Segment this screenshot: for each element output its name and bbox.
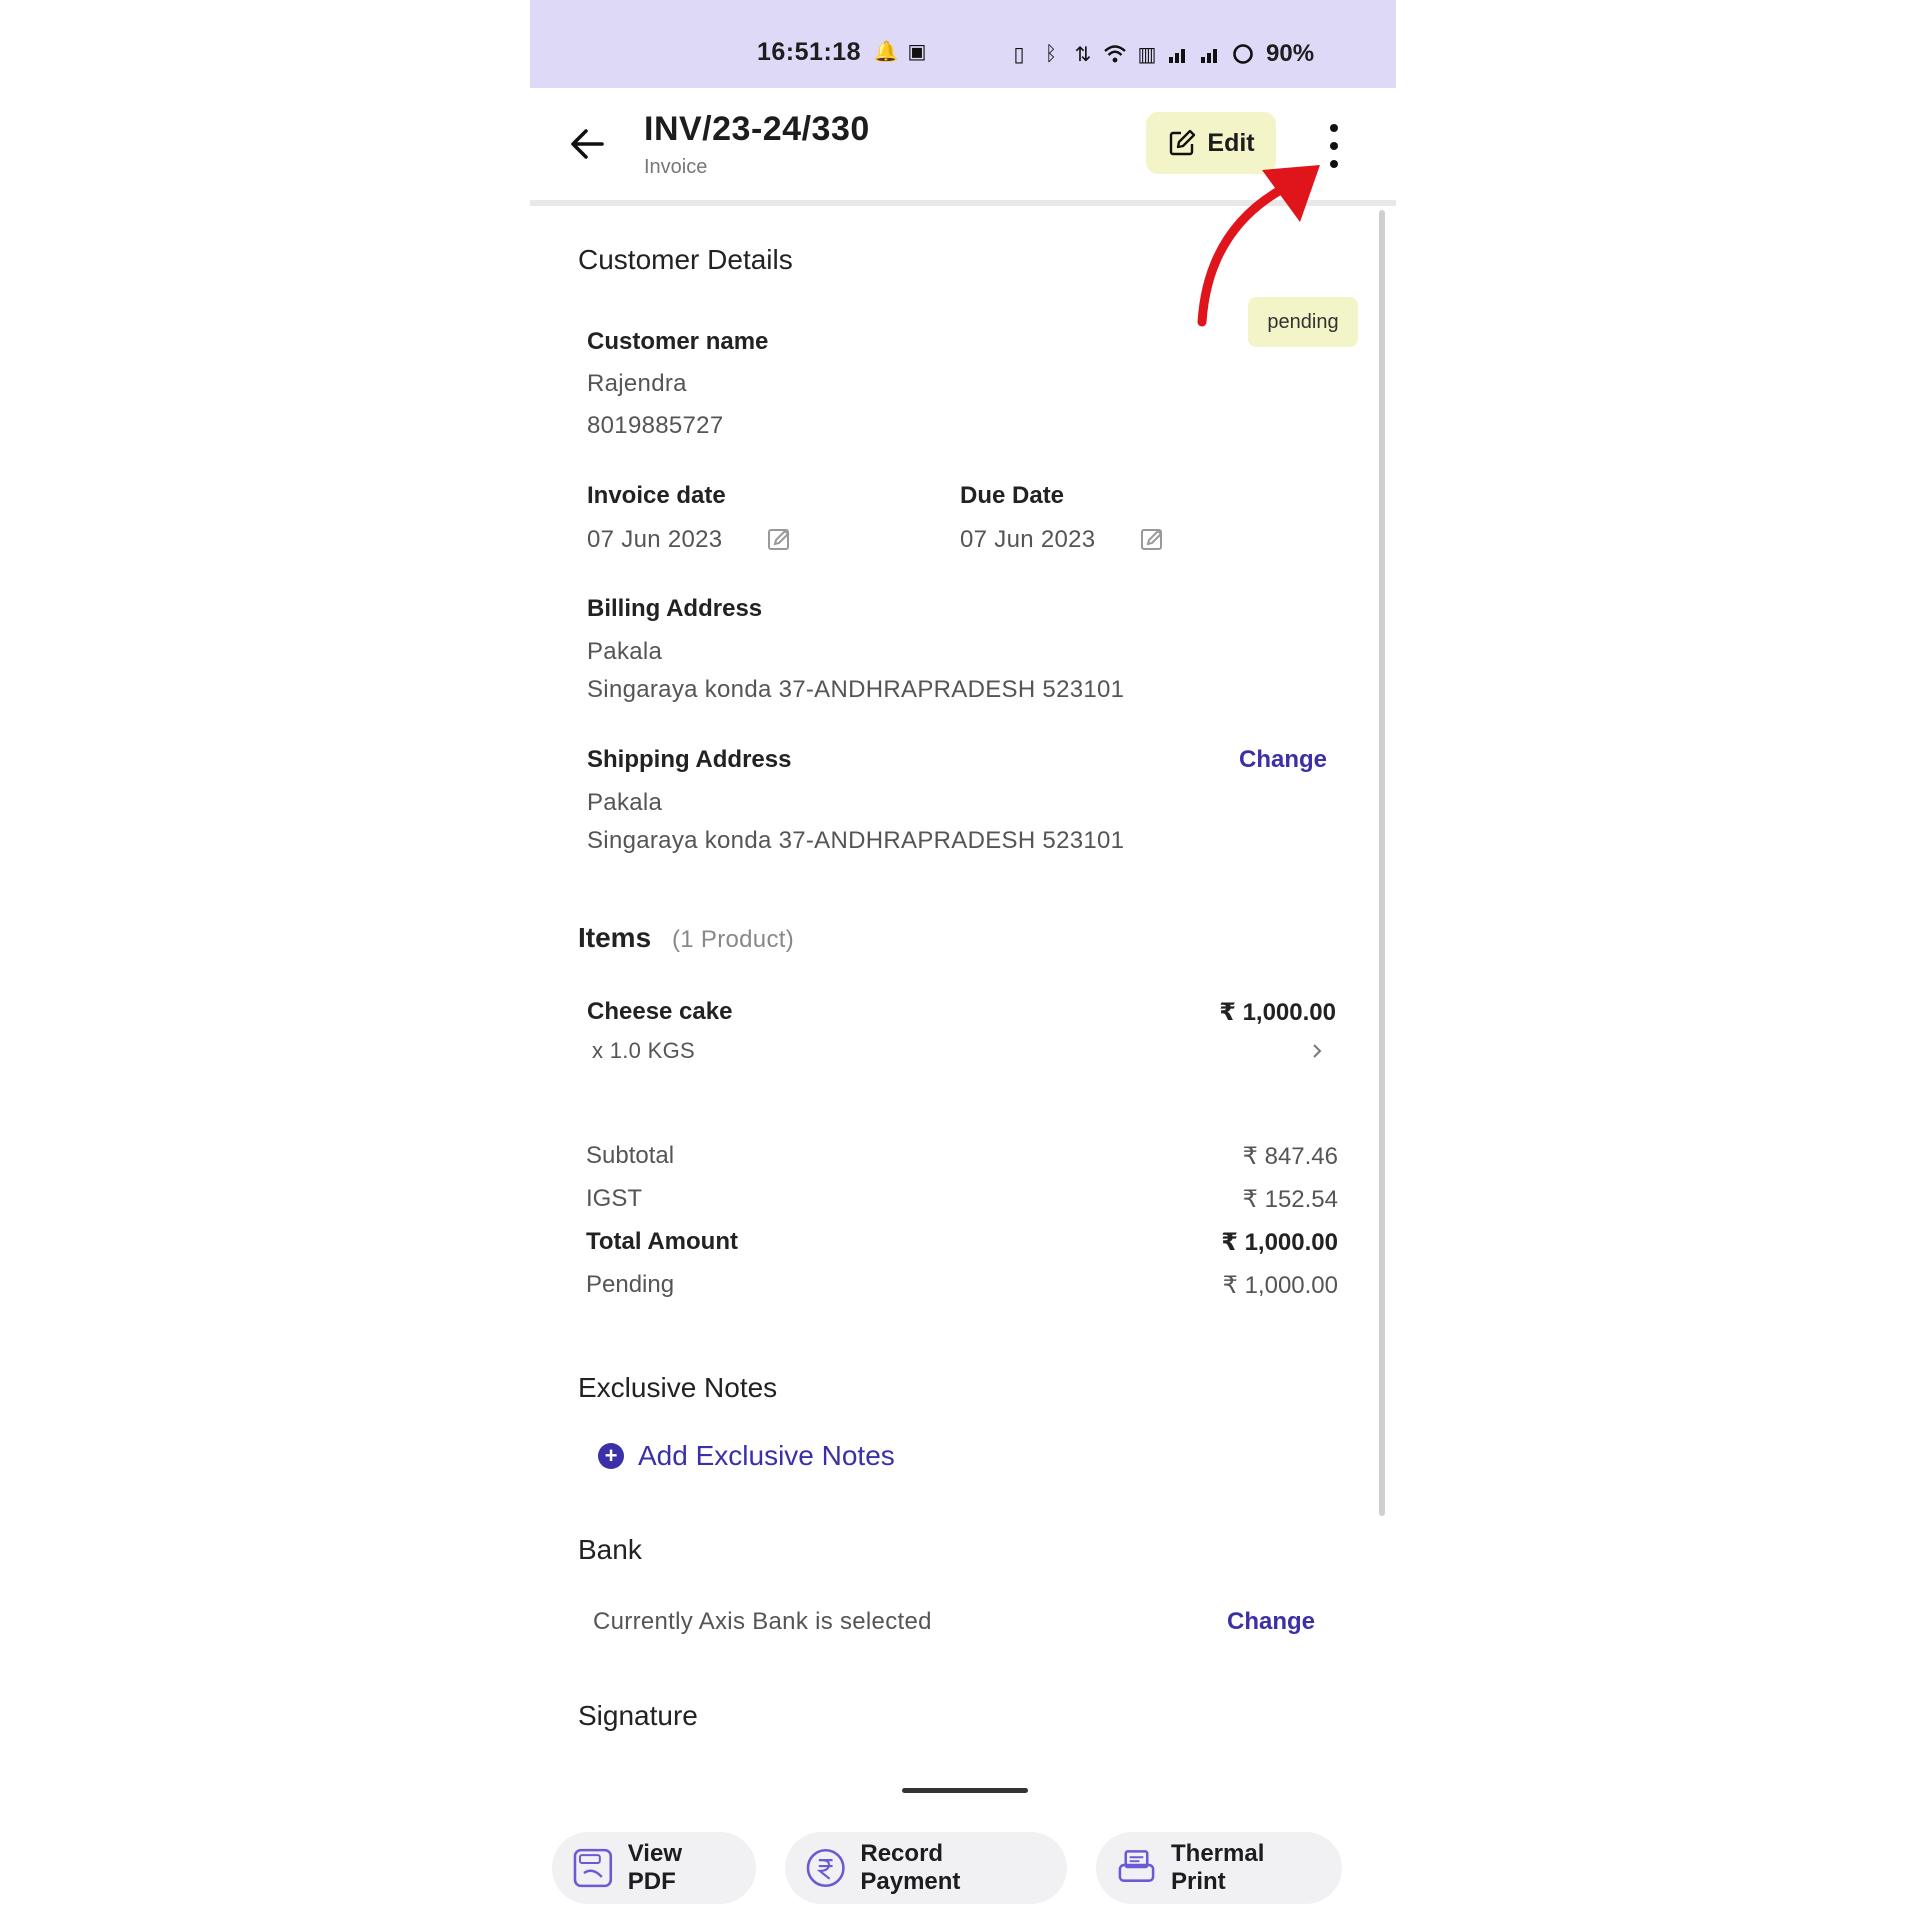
shipping-address-line1: Pakala: [587, 789, 663, 816]
invoice-date[interactable]: 07 Jun 2023: [587, 526, 722, 554]
bank-selected-text: Currently Axis Bank is selected: [593, 1608, 932, 1635]
thermal-print-button[interactable]: Thermal Print: [1096, 1832, 1342, 1904]
total-amount-value: ₹ 1,000.00: [1221, 1229, 1338, 1256]
billing-address-label: Billing Address: [587, 595, 763, 622]
home-indicator: [902, 1788, 1028, 1793]
page-subtitle: Invoice: [644, 156, 708, 178]
more-vert-icon: [1330, 124, 1338, 132]
rupee-icon: [806, 1848, 845, 1888]
item-name: Cheese cake: [587, 998, 733, 1025]
edit-icon: [1170, 129, 1196, 156]
chevron-right-icon: [1313, 1044, 1322, 1058]
gallery-icon: ▣: [907, 40, 927, 63]
shipping-address-label: Shipping Address: [587, 746, 792, 773]
more-options-button[interactable]: [1326, 124, 1342, 168]
change-shipping-link[interactable]: Change: [1239, 746, 1327, 774]
arrow-left-icon: [571, 129, 604, 159]
signature-title: Signature: [578, 1700, 698, 1731]
printer-icon: [1118, 1850, 1155, 1882]
notification-icons: 🔔 ▣: [873, 40, 928, 63]
exclusive-notes-title: Exclusive Notes: [578, 1372, 778, 1403]
bottom-action-bar: View PDF Record Payment Thermal Print: [530, 1832, 1396, 1920]
due-date[interactable]: 07 Jun 2023: [960, 526, 1095, 554]
record-payment-button[interactable]: Record Payment: [785, 1832, 1067, 1904]
change-bank-link[interactable]: Change: [1227, 1608, 1315, 1636]
volte-icon: ▥: [1137, 43, 1157, 66]
items-title: Items: [578, 922, 652, 953]
subtotal-label: Subtotal: [586, 1142, 675, 1169]
edit-date-icon[interactable]: [766, 526, 792, 552]
bank-title: Bank: [578, 1534, 642, 1565]
record-payment-label: Record Payment: [860, 1840, 961, 1895]
add-exclusive-notes-button[interactable]: + Add Exclusive Notes: [598, 1440, 895, 1472]
subtotal-value: ₹ 847.46: [1242, 1143, 1338, 1170]
data-icon: ⇅: [1074, 43, 1092, 66]
item-qty: x 1.0 KGS: [592, 1038, 695, 1063]
signal-icon: [1168, 43, 1190, 65]
status-bar: 16:51:18 🔔 ▣ ▯ ᛒ ⇅ ▥ 90%: [530, 0, 1396, 88]
items-count: (1 Product): [672, 926, 795, 953]
battery-icon: [1232, 43, 1254, 65]
customer-name-label: Customer name: [587, 328, 769, 355]
status-badge: pending: [1248, 297, 1358, 347]
add-exclusive-notes-label: Add Exclusive Notes: [638, 1440, 895, 1471]
view-pdf-label: View PDF: [627, 1840, 682, 1895]
app-bar: INV/23-24/330 Invoice Edit: [530, 88, 1396, 206]
system-icons: ▯ ᛒ ⇅ ▥ 90%: [1008, 40, 1314, 68]
status-time: 16:51:18: [757, 38, 862, 66]
thermal-print-label: Thermal Print: [1171, 1840, 1265, 1895]
pdf-icon: [573, 1848, 613, 1888]
vibrate-icon: ▯: [1013, 43, 1025, 66]
page-title: INV/23-24/330: [644, 110, 870, 148]
item-price: ₹ 1,000.00: [1219, 999, 1336, 1026]
customer-name: Rajendra: [587, 370, 687, 397]
total-amount-label: Total Amount: [586, 1228, 738, 1255]
back-button[interactable]: [566, 122, 610, 166]
view-pdf-button[interactable]: View PDF: [552, 1832, 756, 1904]
wifi-icon: [1104, 43, 1126, 65]
pending-value: ₹ 1,000.00: [1222, 1272, 1338, 1299]
edit-due-date-icon[interactable]: [1139, 526, 1165, 552]
phone-screen: 16:51:18 🔔 ▣ ▯ ᛒ ⇅ ▥ 90% INV/23-24/330 I…: [530, 0, 1396, 1920]
invoice-date-label: Invoice date: [587, 482, 726, 509]
igst-value: ₹ 152.54: [1242, 1186, 1338, 1213]
customer-phone: 8019885727: [587, 412, 724, 439]
igst-label: IGST: [586, 1185, 643, 1212]
billing-address-line1: Pakala: [587, 638, 663, 665]
scrollbar[interactable]: [1379, 210, 1385, 1516]
due-date-label: Due Date: [960, 482, 1065, 509]
battery-percent: 90%: [1266, 40, 1315, 67]
plus-circle-icon: +: [598, 1443, 624, 1469]
signal-icon-2: [1200, 43, 1222, 65]
edit-label: Edit: [1207, 128, 1255, 157]
customer-details-title: Customer Details: [578, 244, 793, 275]
billing-address-line2: Singaraya konda 37-ANDHRAPRADESH 523101: [587, 676, 1125, 703]
bluetooth-icon: ᛒ: [1045, 42, 1057, 65]
bell-icon: 🔔: [873, 40, 899, 63]
shipping-address-line2: Singaraya konda 37-ANDHRAPRADESH 523101: [587, 827, 1125, 854]
edit-button[interactable]: Edit: [1146, 112, 1276, 174]
pending-label: Pending: [586, 1271, 675, 1298]
